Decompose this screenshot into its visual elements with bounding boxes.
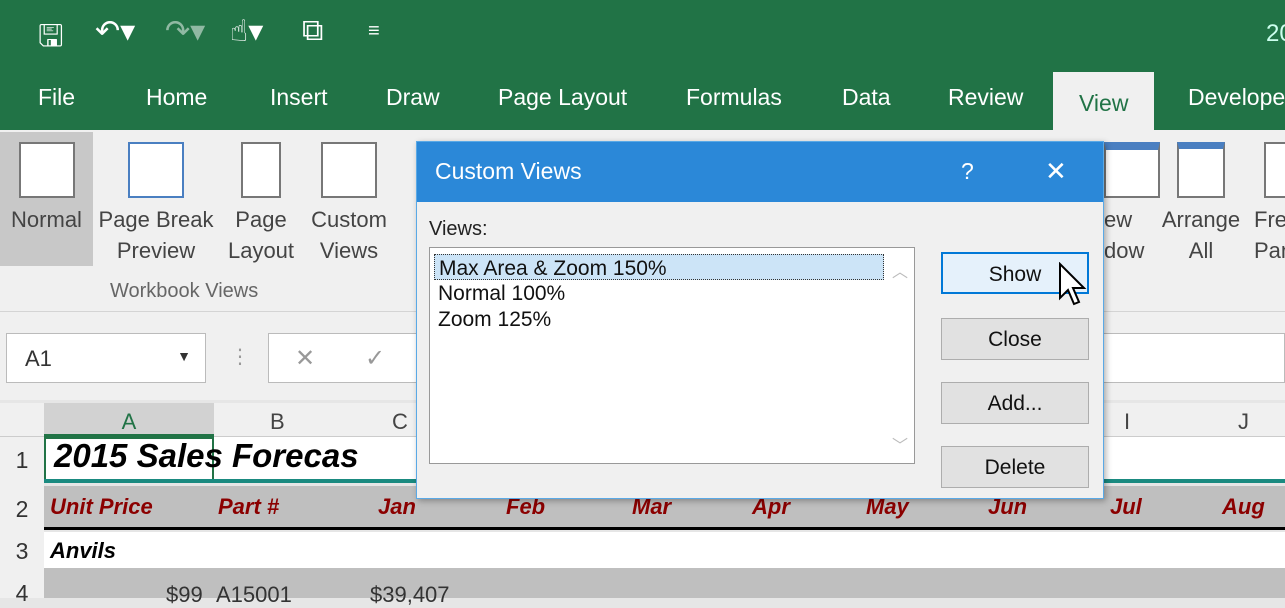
custom-views-icon [321,142,377,198]
touch-mode-icon[interactable]: ☝▾ [230,14,263,49]
scroll-down-icon[interactable]: ﹀ [892,432,908,456]
row-header-4[interactable]: 4 [0,568,44,606]
page-break-preview-button[interactable]: Page Break Preview [96,142,216,266]
window-title: 20 [1266,20,1285,47]
tab-review[interactable]: Review [948,84,1023,111]
tab-formulas[interactable]: Formulas [686,84,782,111]
tab-file[interactable]: File [38,84,75,111]
category-anvils: Anvils [50,538,117,563]
new-window-button[interactable]: ew dow [1104,142,1160,266]
save-icon[interactable]: 🖫 [38,14,64,65]
row-header-1[interactable]: 1 [0,437,44,486]
arrange-all-icon [1177,142,1225,198]
custom-views-dialog: Custom Views ? ✕ Views: Max Area & Zoom … [416,141,1104,499]
header-part: Part # [218,494,280,519]
chevron-down-icon[interactable]: ▼ [177,348,191,364]
page-layout-button[interactable]: Page Layout [222,142,300,266]
column-header-i[interactable]: I [1124,409,1130,435]
header-jan: Jan [378,494,416,519]
column-header-a[interactable]: A [44,403,214,437]
dialog-title-bar: Custom Views ? ✕ [417,142,1103,202]
tab-draw[interactable]: Draw [386,84,440,111]
column-header-j[interactable]: J [1238,409,1249,435]
freeze-panes-button[interactable]: Fre Pan [1254,142,1285,266]
group-label-workbook-views: Workbook Views [110,280,259,302]
custom-views-button[interactable]: Custom Views [304,142,394,266]
close-icon[interactable]: ✕ [1045,156,1067,187]
cell-unit-price: $99 [166,582,203,607]
row-4: $99 A15001 $39,407 [44,568,1285,607]
header-jul: Jul [1110,494,1142,519]
column-header-c[interactable]: C [392,409,408,435]
mouse-cursor-icon [1059,262,1087,306]
sheet-title: 2015 Sales Forecas [54,437,359,474]
undo-icon[interactable]: ↶▾ [95,14,135,49]
cell-part: A15001 [216,582,292,607]
customize-qat-icon[interactable]: ≡ [368,20,380,43]
redo-icon[interactable]: ↷▾ [165,14,205,49]
tab-insert[interactable]: Insert [270,84,328,111]
arrange-all-button[interactable]: Arrange All [1158,142,1244,266]
cancel-icon[interactable]: ✕ [295,344,315,373]
help-icon[interactable]: ? [961,158,974,185]
new-window-icon [1104,142,1160,198]
header-unit-price: Unit Price [50,494,153,519]
cell-jan: $39,407 [370,582,450,607]
normal-view-button[interactable]: Normal [0,132,93,266]
delete-button[interactable]: Delete [941,446,1089,488]
org-chart-icon[interactable]: ⧉ [302,14,323,48]
freeze-panes-icon [1264,142,1285,198]
view-item-max-area[interactable]: Max Area & Zoom 150% [434,254,884,280]
add-button[interactable]: Add... [941,382,1089,424]
view-item-zoom-125[interactable]: Zoom 125% [430,306,914,332]
close-button[interactable]: Close [941,318,1089,360]
name-box[interactable]: A1 ▼ [6,333,206,383]
tab-home[interactable]: Home [146,84,207,111]
tab-data[interactable]: Data [842,84,891,111]
grip-icon: ⋮ [230,346,250,368]
listbox-scrollbar[interactable]: ︿ ﹀ [886,248,914,463]
scroll-up-icon[interactable]: ︿ [892,258,908,282]
tab-page-layout[interactable]: Page Layout [498,84,627,111]
page-layout-icon [241,142,281,198]
header-aug: Aug [1222,494,1265,519]
views-label: Views: [429,218,488,240]
page-break-icon [128,142,184,198]
tab-developer[interactable]: Develope [1188,84,1285,111]
ribbon-tabs: File Home Insert Draw Page Layout Formul… [0,72,1285,132]
name-box-value: A1 [25,346,52,371]
row-header-2[interactable]: 2 [0,486,44,532]
view-item-normal[interactable]: Normal 100% [430,280,914,306]
dialog-title: Custom Views [435,158,582,184]
enter-icon[interactable]: ✓ [365,344,385,373]
tab-view[interactable]: View [1053,72,1155,132]
normal-view-icon [18,142,75,198]
title-bar: 🖫 ↶▾ ↷▾ ☝▾ ⧉ ≡ 20 [0,0,1285,72]
row-3: Anvils [44,532,1285,568]
row-header-3[interactable]: 3 [0,532,44,568]
views-listbox[interactable]: Max Area & Zoom 150% Normal 100% Zoom 12… [429,247,915,464]
column-header-b[interactable]: B [270,409,285,435]
